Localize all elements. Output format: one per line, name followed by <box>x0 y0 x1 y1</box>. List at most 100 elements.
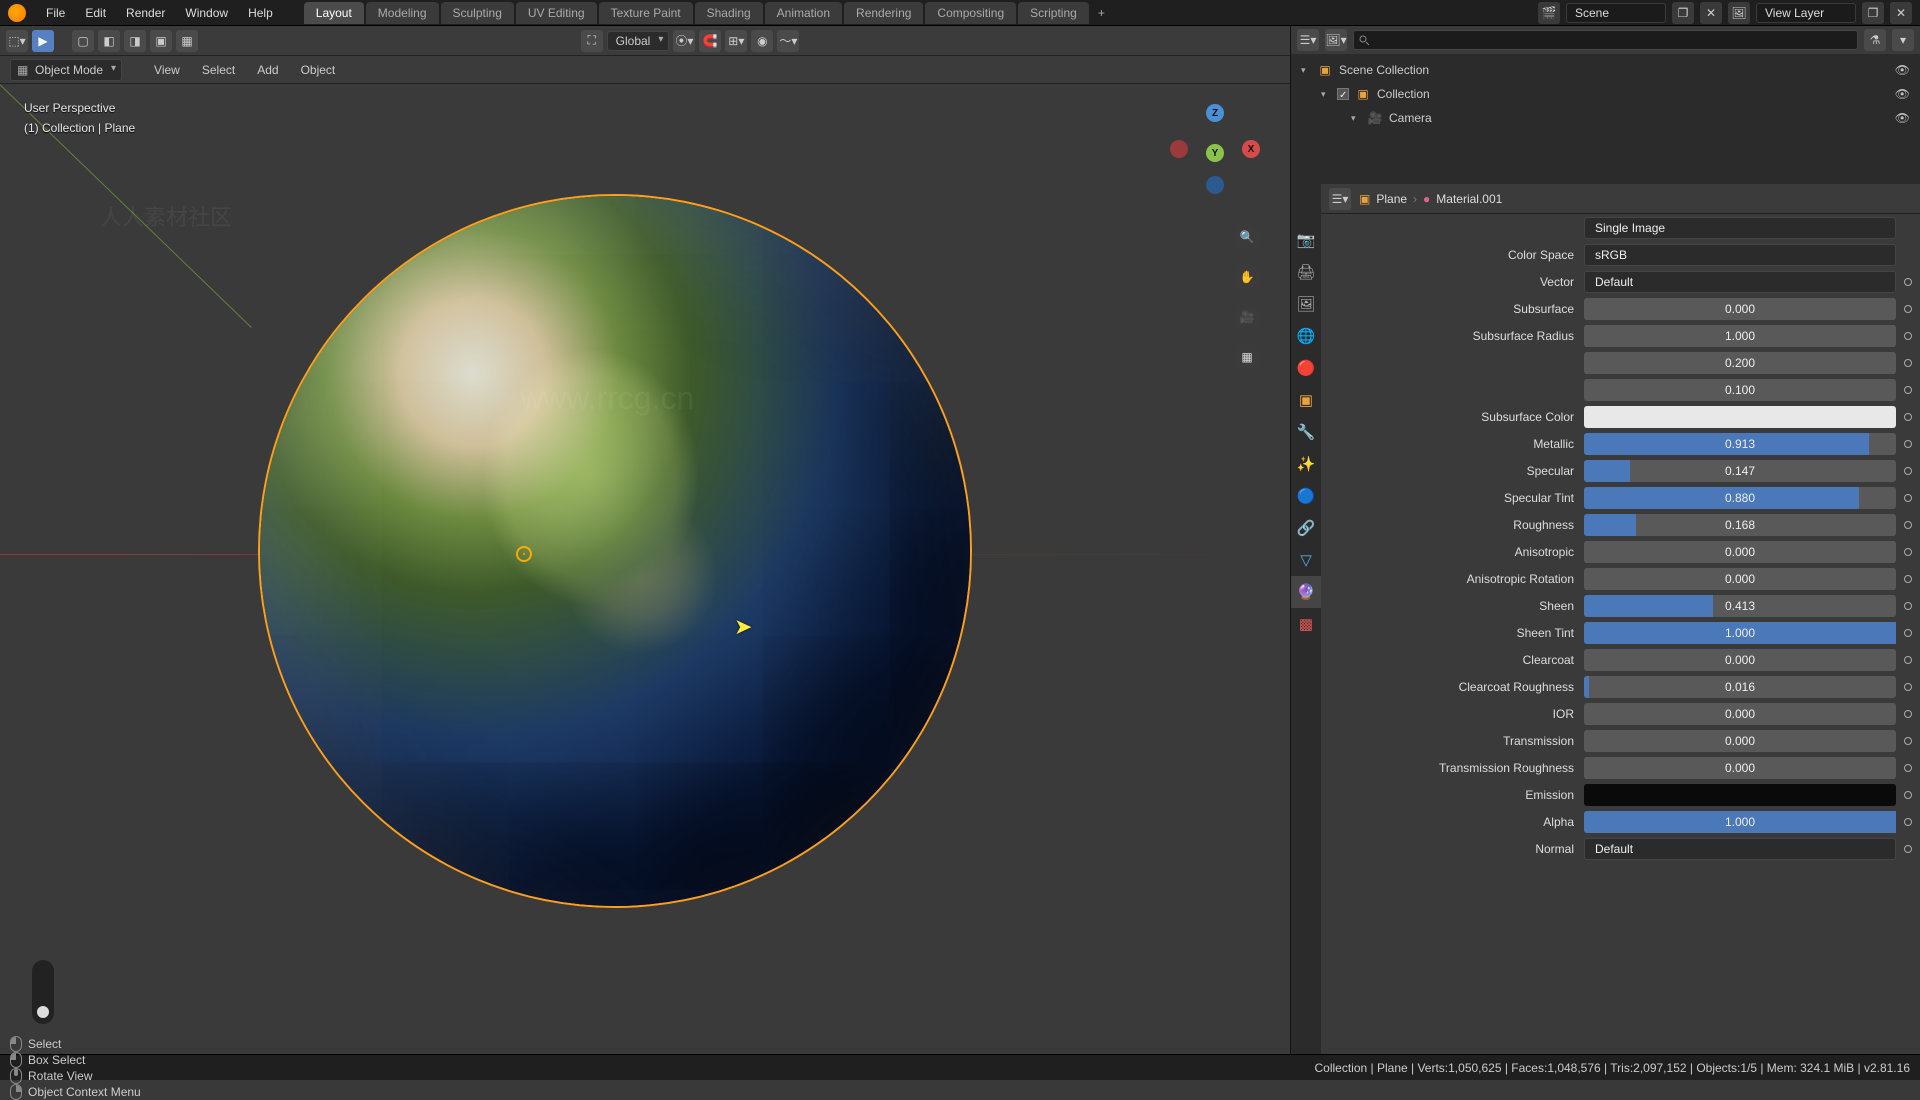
camera-view-button[interactable]: 🎥 <box>1234 304 1260 330</box>
app-logo[interactable] <box>8 4 26 22</box>
image-type-dropdown[interactable]: Single Image <box>1584 217 1896 239</box>
navigation-gizmo[interactable]: Z Y X <box>1170 104 1260 194</box>
editor-type-dropdown[interactable]: ⬚▾ <box>6 30 28 52</box>
breadcrumb-object[interactable]: Plane <box>1376 192 1407 206</box>
workspace-tab-animation[interactable]: Animation <box>765 2 842 24</box>
zoom-button[interactable]: 🔍 <box>1234 224 1260 250</box>
collection-checkbox[interactable] <box>1337 88 1349 100</box>
prop-slider-transmission[interactable]: 0.000 <box>1584 730 1896 752</box>
scene-delete-button[interactable]: ✕ <box>1700 2 1722 24</box>
menu-file[interactable]: File <box>36 6 75 20</box>
select-mode-3[interactable]: ◨ <box>124 30 146 52</box>
transform-orientation-dropdown[interactable]: Global <box>607 31 670 51</box>
visibility-toggle[interactable]: 👁 <box>1895 111 1910 125</box>
menu-add[interactable]: Add <box>247 59 288 81</box>
properties-editor-type[interactable]: ☰▾ <box>1329 188 1351 210</box>
menu-window[interactable]: Window <box>175 6 238 20</box>
prop-input-socket[interactable] <box>1904 413 1912 421</box>
select-mode-4[interactable]: ▣ <box>150 30 172 52</box>
prop-input-socket[interactable] <box>1904 359 1912 367</box>
visibility-toggle[interactable]: 👁 <box>1895 63 1910 77</box>
prop-tab-render[interactable]: 📷 <box>1291 224 1321 256</box>
prop-slider-metallic[interactable]: 0.913 <box>1584 433 1896 455</box>
gizmo-neg-x-axis[interactable] <box>1170 140 1188 158</box>
prop-input-socket[interactable] <box>1904 467 1912 475</box>
menu-render[interactable]: Render <box>116 6 175 20</box>
gizmo-neg-z-axis[interactable] <box>1206 176 1224 194</box>
prop-slider-specular[interactable]: 0.147 <box>1584 460 1896 482</box>
prop-slider-specular-tint[interactable]: 0.880 <box>1584 487 1896 509</box>
viewlayer-name-field[interactable]: View Layer <box>1756 3 1856 23</box>
prop-slider-ior[interactable]: 0.000 <box>1584 703 1896 725</box>
outliner-item-camera[interactable]: ▾🎥Camera👁 <box>1291 106 1920 130</box>
prop-tab-physics[interactable]: 🔵 <box>1291 480 1321 512</box>
outliner-display-mode[interactable]: 🖼▾ <box>1325 29 1347 51</box>
prop-input-socket[interactable] <box>1904 278 1912 286</box>
prop-tab-modifiers[interactable]: 🔧 <box>1291 416 1321 448</box>
prop-slider-value[interactable]: 0.100 <box>1584 379 1896 401</box>
menu-view[interactable]: View <box>144 59 190 81</box>
prop-input-socket[interactable] <box>1904 656 1912 664</box>
3d-viewport[interactable]: User Perspective (1) Collection | Plane … <box>0 84 1290 1054</box>
prop-slider-anisotropic-rotation[interactable]: 0.000 <box>1584 568 1896 590</box>
pan-button[interactable]: ✋ <box>1234 264 1260 290</box>
prop-slider-sheen[interactable]: 0.413 <box>1584 595 1896 617</box>
workspace-tab-scripting[interactable]: Scripting <box>1018 2 1089 24</box>
prop-slider-subsurface[interactable]: 0.000 <box>1584 298 1896 320</box>
prop-input-socket[interactable] <box>1904 710 1912 718</box>
scene-new-button[interactable]: ❐ <box>1672 2 1694 24</box>
outliner-item-scene-collection[interactable]: ▾▣Scene Collection👁 <box>1291 58 1920 82</box>
menu-help[interactable]: Help <box>238 6 283 20</box>
transform-orientation-icon[interactable]: ⛶ <box>581 30 603 52</box>
viewlayer-delete-button[interactable]: ✕ <box>1890 2 1912 24</box>
toolbar-toggle[interactable] <box>32 960 54 1024</box>
prop-input-socket[interactable] <box>1904 602 1912 610</box>
gizmo-y-axis[interactable]: Y <box>1206 144 1224 162</box>
outliner-editor-type[interactable]: ☰▾ <box>1297 29 1319 51</box>
interaction-mode-dropdown[interactable]: Object Mode <box>10 59 122 81</box>
prop-input-socket[interactable] <box>1904 629 1912 637</box>
prop-tab-output[interactable]: 🖨 <box>1291 256 1321 288</box>
prop-input-socket[interactable] <box>1904 791 1912 799</box>
prop-input-socket[interactable] <box>1904 305 1912 313</box>
proportional-toggle[interactable]: ◉ <box>751 30 773 52</box>
workspace-tab-compositing[interactable]: Compositing <box>925 2 1016 24</box>
perspective-toggle-button[interactable]: ▦ <box>1234 344 1260 370</box>
select-mode-5[interactable]: ▦ <box>176 30 198 52</box>
prop-slider-roughness[interactable]: 0.168 <box>1584 514 1896 536</box>
menu-edit[interactable]: Edit <box>75 6 116 20</box>
prop-slider-value[interactable]: 0.200 <box>1584 352 1896 374</box>
visibility-toggle[interactable]: 👁 <box>1895 87 1910 101</box>
prop-slider-anisotropic[interactable]: 0.000 <box>1584 541 1896 563</box>
snap-dropdown[interactable]: ⊞▾ <box>725 30 747 52</box>
prop-input-socket[interactable] <box>1904 332 1912 340</box>
outliner-new-collection-button[interactable]: ▾ <box>1892 29 1914 51</box>
prop-slider-clearcoat-roughness[interactable]: 0.016 <box>1584 676 1896 698</box>
prop-tab-particles[interactable]: ✨ <box>1291 448 1321 480</box>
workspace-tab-rendering[interactable]: Rendering <box>844 2 923 24</box>
gizmo-x-axis[interactable]: X <box>1242 140 1260 158</box>
workspace-tab-sculpting[interactable]: Sculpting <box>441 2 514 24</box>
workspace-tab-texture-paint[interactable]: Texture Paint <box>599 2 693 24</box>
snap-toggle[interactable]: 🧲 <box>699 30 721 52</box>
outliner-search-input[interactable] <box>1353 30 1858 50</box>
prop-tab-texture[interactable]: ▩ <box>1291 608 1321 640</box>
prop-input-socket[interactable] <box>1904 440 1912 448</box>
prop-tab-scene[interactable]: 🌐 <box>1291 320 1321 352</box>
prop-slider-subsurface-radius[interactable]: 1.000 <box>1584 325 1896 347</box>
prop-input-socket[interactable] <box>1904 575 1912 583</box>
prop-color-subsurface-color[interactable] <box>1584 406 1896 428</box>
scene-name-field[interactable]: Scene <box>1566 3 1666 23</box>
prop-tab-viewlayer[interactable]: 🖼 <box>1291 288 1321 320</box>
prop-input-socket[interactable] <box>1904 521 1912 529</box>
selected-object-earth[interactable] <box>260 196 970 906</box>
gizmo-z-axis[interactable]: Z <box>1206 104 1224 122</box>
prop-input-socket[interactable] <box>1904 737 1912 745</box>
prop-input-socket[interactable] <box>1904 494 1912 502</box>
prop-input-socket[interactable] <box>1904 845 1912 853</box>
prop-slider-alpha[interactable]: 1.000 <box>1584 811 1896 833</box>
prop-input-socket[interactable] <box>1904 818 1912 826</box>
prop-color-emission[interactable] <box>1584 784 1896 806</box>
proportional-dropdown[interactable]: 〜▾ <box>777 30 799 52</box>
menu-object[interactable]: Object <box>291 59 346 81</box>
